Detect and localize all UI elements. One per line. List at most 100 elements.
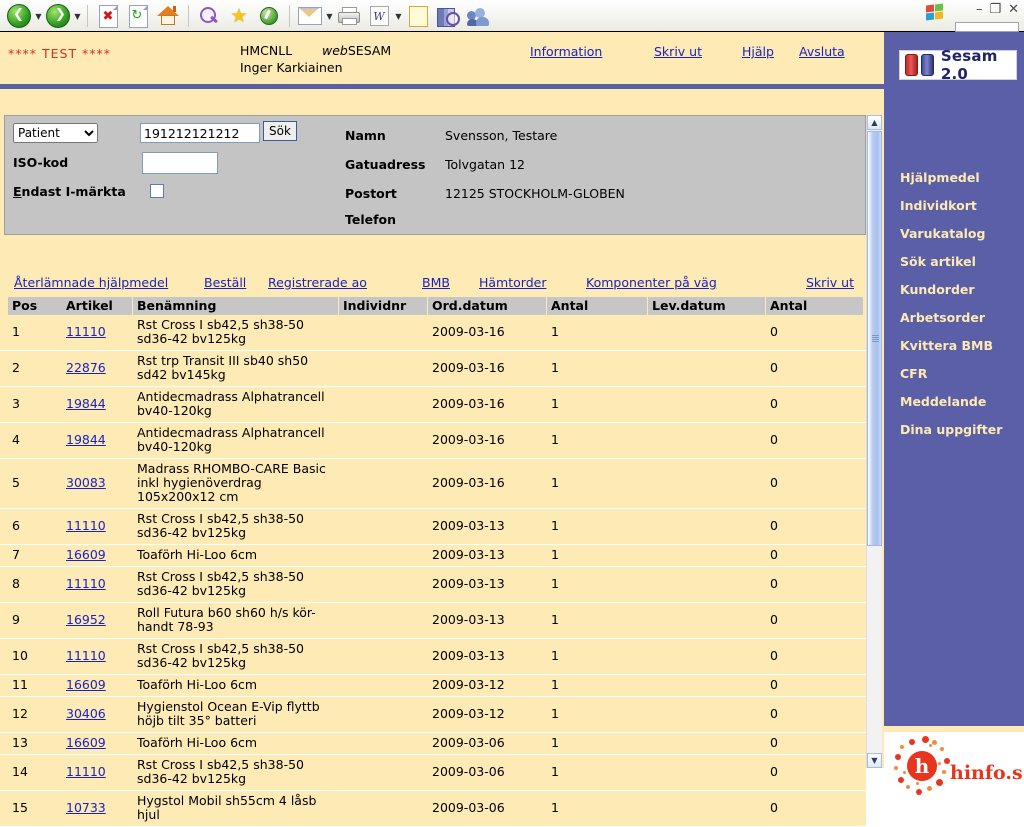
mail-dropdown-button[interactable]: ▼ [325,3,334,29]
article-link[interactable]: 16952 [66,612,106,627]
cell-benamning: Rst Cross I sb42,5 sh38-50 sd36-42 bv125… [137,757,304,786]
scroll-down-button[interactable]: ▼ [867,753,882,768]
hinfo-dot [898,777,904,783]
nav-link-komponenter-på-väg[interactable]: Komponenter på väg [586,275,717,290]
cell-pos: 3 [12,395,20,411]
hinfo-dot [940,747,944,751]
only-imarked-checkbox[interactable] [150,184,164,198]
article-link[interactable]: 22876 [66,360,106,375]
cell-orddatum: 2009-03-16 [432,395,505,411]
print-button[interactable] [334,2,364,30]
nav-link-bmb[interactable]: BMB [422,275,450,290]
cell-artikel[interactable]: 11110 [66,576,132,591]
cell-artikel[interactable]: 16952 [66,612,132,627]
forward-button[interactable]: ❯ [43,2,73,30]
cell-artikel[interactable]: 30083 [66,475,132,490]
sidebar-item-kvittera-bmb[interactable]: Kvittera BMB [900,338,1024,353]
article-link[interactable]: 11110 [66,764,106,779]
messenger-button[interactable] [463,2,493,30]
cell-artikel[interactable]: 22876 [66,360,132,375]
article-link[interactable]: 19844 [66,396,106,411]
history-button[interactable] [254,2,284,30]
scrollbar-thumb[interactable] [867,131,882,546]
stop-button[interactable]: ✖ [93,2,123,30]
article-link[interactable]: 30083 [66,475,106,490]
cell-antal2: 0 [770,677,778,692]
cell-artikel[interactable]: 16609 [66,548,132,562]
cell-antal: 1 [551,359,559,375]
article-link[interactable]: 19844 [66,432,106,447]
sidebar-item-sök-artikel[interactable]: Sök artikel [900,254,1024,269]
home-button[interactable] [153,2,183,30]
nav-link-beställ[interactable]: Beställ [204,275,246,290]
stop-icon: ✖ [98,4,118,28]
sidebar-item-individkort[interactable]: Individkort [900,198,1024,213]
nav-link-registrerade-ao[interactable]: Registrerade ao [268,275,367,290]
search-kind-select[interactable]: PatientArtikelIndividKundorder [13,123,98,143]
hinfo-dot [942,770,946,774]
refresh-button[interactable]: ↻ [123,2,153,30]
cell-artikel[interactable]: 19844 [66,432,132,447]
article-link[interactable]: 16609 [66,547,106,562]
hinfo-dot [916,789,922,795]
article-link[interactable]: 16609 [66,735,106,750]
nav-link-hämtorder[interactable]: Hämtorder [479,275,546,290]
cell-artikel[interactable]: 11110 [66,764,132,779]
header-link-skriv-ut[interactable]: Skriv ut [654,44,702,59]
close-button[interactable]: ✕ [1008,2,1019,17]
column-header-antal: Antal [766,297,863,315]
edit-dropdown-button[interactable]: ▼ [394,3,403,29]
cell-artikel[interactable]: 11110 [66,324,132,339]
cell-artikel[interactable]: 10733 [66,800,132,815]
sidebar-item-dina-uppgifter[interactable]: Dina uppgifter [900,422,1024,437]
cell-artikel[interactable]: 11110 [66,648,132,663]
notes-button[interactable] [403,2,433,30]
minimize-button[interactable]: – [976,2,983,17]
cell-artikel[interactable]: 16609 [66,678,132,692]
scroll-up-button[interactable]: ▲ [867,115,882,130]
article-link[interactable]: 11110 [66,576,106,591]
cell-artikel[interactable]: 11110 [66,518,132,533]
article-link[interactable]: 11110 [66,648,106,663]
header-link-hjalp[interactable]: Hjälp [742,44,774,59]
research-button[interactable] [433,2,463,30]
article-link[interactable]: 10733 [66,800,106,815]
hinfo-name: hinfo.s [950,762,1023,784]
search-button[interactable] [194,2,224,30]
table-row: 11 16609 Toaförh Hi-Loo 6cm 2009-03-12 1 0 [0,675,866,697]
article-link[interactable]: 30406 [66,706,106,721]
article-link[interactable]: 11110 [66,324,106,339]
back-button[interactable]: ❮ [4,2,34,30]
iso-code-input[interactable] [142,152,218,174]
cell-antal2: 0 [770,323,778,339]
cell-antal2: 0 [770,575,778,591]
back-dropdown-button[interactable]: ▼ [34,3,43,29]
nav-link-skriv-ut[interactable]: Skriv ut [806,275,854,290]
edit-word-button[interactable]: W [364,2,394,30]
nav-link-återlämnade-hjälpmedel[interactable]: Återlämnade hjälpmedel [14,275,168,290]
article-link[interactable]: 11110 [66,518,106,533]
browser-window: ❮ ▼ ❯ ▼ ✖ ↻ ★ ▼ W ▼ – ❐ ✕ **** TEST ****… [0,0,1024,827]
sidebar-item-arbetsorder[interactable]: Arbetsorder [900,310,1024,325]
page-scrollbar[interactable]: ▲ ▼ [866,115,882,768]
header-link-avsluta[interactable]: Avsluta [799,44,845,59]
article-link[interactable]: 16609 [66,677,106,692]
user-name: Inger Karkiainen [240,60,343,75]
sidebar-item-meddelande[interactable]: Meddelande [900,394,1024,409]
search-submit-button[interactable]: Sök [263,121,297,141]
cell-artikel[interactable]: 19844 [66,396,132,411]
forward-dropdown-button[interactable]: ▼ [73,3,82,29]
restore-button[interactable]: ❐ [989,2,1001,17]
address-bar-stub[interactable] [955,22,1019,32]
cell-artikel[interactable]: 30406 [66,706,132,721]
sidebar-item-hjälpmedel[interactable]: Hjälpmedel [900,170,1024,185]
cell-artikel[interactable]: 16609 [66,736,132,750]
mail-button[interactable] [295,2,325,30]
header-link-information[interactable]: Information [530,44,602,59]
favorites-button[interactable]: ★ [224,2,254,30]
sidebar-item-varukatalog[interactable]: Varukatalog [900,226,1024,241]
search-id-input[interactable] [140,123,260,143]
right-sidebar: Sesam 2.0 Hjälpmedel Individkort Varukatal… [884,32,1024,768]
sidebar-item-kundorder[interactable]: Kundorder [900,282,1024,297]
sidebar-item-cfr[interactable]: CFR [900,366,1024,381]
